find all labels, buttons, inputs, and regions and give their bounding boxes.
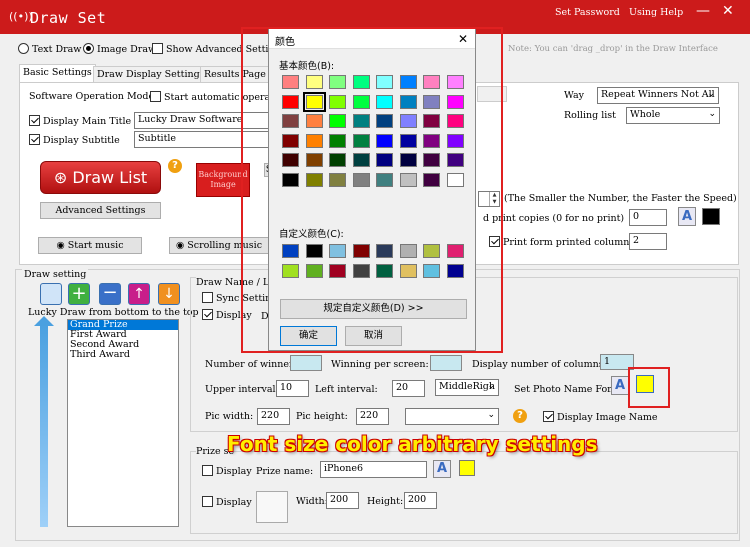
height-label: Height: bbox=[367, 496, 404, 507]
display-columns-label: Display number of columns: bbox=[472, 359, 607, 370]
way-select[interactable]: Repeat Winners Not All ⌄ bbox=[597, 87, 719, 104]
tab-basic-settings[interactable]: Basic Settings bbox=[19, 64, 96, 82]
list-item[interactable]: Third Award bbox=[68, 350, 178, 360]
width-input[interactable]: 200 bbox=[326, 492, 359, 509]
display-prize-image-checkbox[interactable]: Display bbox=[202, 496, 252, 508]
draw-list-icon: ⊛ bbox=[53, 168, 73, 187]
software-mode-label: Software Operation Mode bbox=[29, 91, 155, 102]
remove-icon[interactable]: − bbox=[99, 283, 121, 305]
width-label: Width: bbox=[296, 496, 328, 507]
print-copies-label: d print copies (0 for no print) bbox=[483, 213, 625, 224]
app-title: Draw Set bbox=[30, 9, 107, 27]
speaker-icon: ◉ bbox=[56, 240, 68, 251]
start-music-button[interactable]: ◉ Start music bbox=[38, 237, 142, 254]
highlight-box bbox=[628, 367, 670, 408]
chevron-down-icon: ⌄ bbox=[707, 89, 715, 99]
close-icon[interactable]: ✕ bbox=[722, 3, 734, 19]
tab-draw-display-settings[interactable]: Draw Display Settings bbox=[93, 66, 209, 82]
prize-list[interactable]: Grand Prize First Award Second Award Thi… bbox=[67, 319, 179, 527]
prize-color-swatch[interactable] bbox=[459, 460, 475, 476]
help-icon[interactable]: ? bbox=[168, 159, 182, 173]
speed-note: (The Smaller the Number, the Faster the … bbox=[504, 193, 737, 204]
move-up-icon[interactable]: ↑ bbox=[128, 283, 150, 305]
help-icon[interactable]: ? bbox=[513, 409, 527, 423]
add-icon[interactable]: + bbox=[68, 283, 90, 305]
display-subtitle-checkbox[interactable]: Display Subtitle bbox=[29, 134, 120, 146]
pic-height-label: Pic height: bbox=[296, 411, 348, 422]
print-form-checkbox[interactable]: Print form printed columns bbox=[489, 236, 634, 248]
chevron-down-icon: ⌄ bbox=[487, 410, 495, 420]
direction-arrow-icon bbox=[40, 323, 48, 527]
pic-width-label: Pic width: bbox=[205, 411, 254, 422]
print-copies-input[interactable]: 0 bbox=[629, 209, 667, 226]
photo-font-icon[interactable]: A bbox=[611, 376, 629, 395]
set-password-link[interactable]: Set Password bbox=[555, 7, 620, 18]
dialog-highlight-box bbox=[241, 27, 503, 353]
arrow-head-icon bbox=[34, 316, 54, 326]
prize-name-input[interactable]: iPhone6 bbox=[320, 461, 427, 478]
upper-interval-label: Upper interval: bbox=[205, 384, 279, 395]
open-folder-icon[interactable] bbox=[40, 283, 62, 305]
minimize-icon[interactable]: — bbox=[696, 3, 710, 19]
rolling-list-select[interactable]: Whole ⌄ bbox=[626, 107, 720, 124]
image-type-select[interactable]: ⌄ bbox=[405, 408, 499, 425]
advanced-settings-button[interactable]: Advanced Settings bbox=[40, 202, 161, 219]
display-prize-name-checkbox[interactable]: Display bbox=[202, 465, 252, 477]
print-color-swatch[interactable] bbox=[702, 208, 720, 225]
text-draw-radio[interactable]: Text Draw bbox=[18, 43, 81, 55]
drag-note: Note: You can 'drag _drop' in the Draw I… bbox=[508, 44, 718, 54]
prize-font-icon[interactable]: A bbox=[433, 460, 451, 478]
height-input[interactable]: 200 bbox=[404, 492, 437, 509]
display-main-title-checkbox[interactable]: Display Main Title bbox=[29, 115, 131, 127]
image-draw-radio[interactable]: Image Draw bbox=[83, 43, 156, 55]
using-help-link[interactable]: Using Help bbox=[629, 7, 683, 18]
set-photo-font-label: Set Photo Name Font bbox=[514, 384, 618, 395]
pic-height-input[interactable]: 220 bbox=[356, 408, 389, 425]
winning-per-screen-label: Winning per screen: bbox=[331, 359, 429, 370]
way-label: Way bbox=[564, 90, 584, 101]
print-columns-input[interactable]: 2 bbox=[629, 233, 667, 250]
print-font-icon[interactable]: A bbox=[678, 207, 696, 226]
prize-name-label: Prize name: bbox=[256, 466, 314, 477]
speaker-icon: ◉ bbox=[175, 240, 188, 251]
chevron-down-icon: ⌄ bbox=[487, 381, 495, 391]
winning-per-screen-input[interactable] bbox=[430, 355, 462, 371]
left-interval-label: Left interval: bbox=[315, 384, 378, 395]
draw-setting-title: Draw setting bbox=[22, 269, 89, 280]
upper-interval-input[interactable]: 10 bbox=[276, 380, 309, 397]
num-winners-label: Number of winners: bbox=[205, 359, 302, 370]
feature-caption: Font size color arbitrary settings bbox=[227, 432, 598, 456]
display-image-name-checkbox[interactable]: Display Image Name bbox=[543, 411, 658, 423]
left-interval-input[interactable]: 20 bbox=[392, 380, 425, 397]
rolling-list-label: Rolling list bbox=[564, 110, 616, 121]
chevron-down-icon: ⌄ bbox=[708, 109, 716, 119]
num-winners-input[interactable] bbox=[290, 355, 322, 371]
prize-image-icon[interactable] bbox=[256, 491, 288, 523]
move-down-icon[interactable]: ↓ bbox=[158, 283, 180, 305]
pic-width-input[interactable]: 220 bbox=[257, 408, 290, 425]
draw-list-button[interactable]: ⊛ Draw List bbox=[40, 161, 161, 194]
alignment-select[interactable]: MiddleRigh ⌄ bbox=[435, 379, 499, 396]
